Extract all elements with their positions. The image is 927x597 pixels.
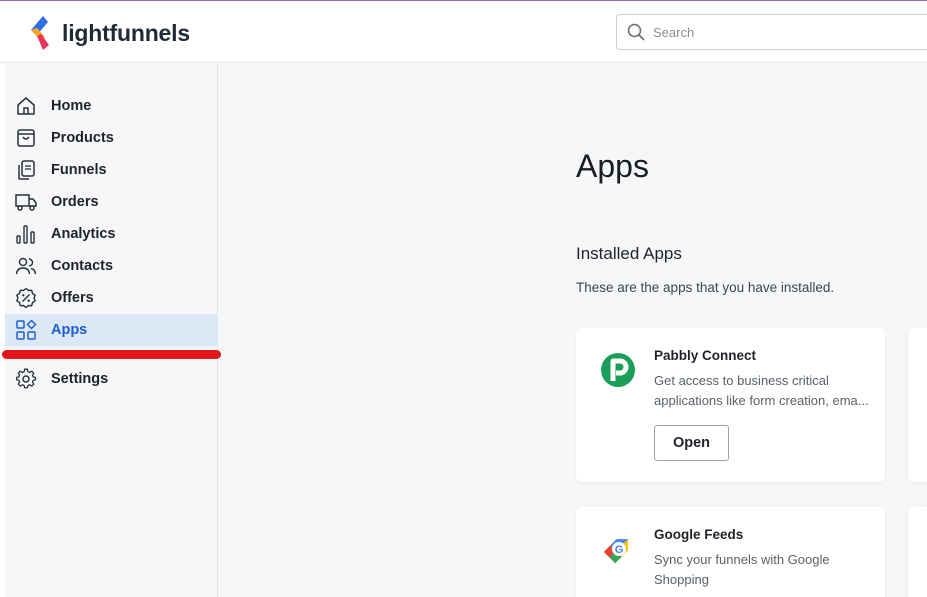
truck-icon xyxy=(15,191,37,213)
svg-text:G: G xyxy=(615,544,624,556)
sidebar-item-label: Offers xyxy=(51,290,94,306)
funnel-pages-icon xyxy=(15,159,37,181)
brand-name: lightfunnels xyxy=(62,19,190,46)
search-icon xyxy=(627,23,645,41)
sidebar-item-label: Orders xyxy=(51,194,99,210)
sidebar-item-apps[interactable]: Apps xyxy=(5,314,217,346)
main-content: Apps Installed Apps These are the apps t… xyxy=(218,64,927,597)
page-title: Apps xyxy=(576,148,649,184)
annotation-underline xyxy=(2,350,221,359)
open-button[interactable]: Open xyxy=(654,425,729,461)
home-icon xyxy=(15,95,37,117)
sidebar: Home Products Funnels Orders Analytics C… xyxy=(5,64,218,597)
gear-icon xyxy=(15,368,37,390)
brand-logo[interactable]: lightfunnels xyxy=(28,13,190,53)
sidebar-item-label: Home xyxy=(51,98,92,114)
lightfunnels-logo-icon xyxy=(31,16,49,50)
shopping-bag-icon xyxy=(15,127,37,149)
users-icon xyxy=(15,255,37,277)
sidebar-item-funnels[interactable]: Funnels xyxy=(5,154,217,186)
sidebar-item-label: Analytics xyxy=(51,226,116,242)
search-box[interactable] xyxy=(616,14,927,50)
app-description: Sync your funnels with Google Shopping xyxy=(654,552,830,587)
section-subtitle: These are the apps that you have install… xyxy=(576,280,835,295)
app-name: Google Feeds xyxy=(654,527,744,542)
sidebar-item-label: Funnels xyxy=(51,162,107,178)
sidebar-item-label: Contacts xyxy=(51,258,114,274)
app-card-pabbly-connect[interactable]: Pabbly Connect Get access to business cr… xyxy=(576,328,885,482)
section-title: Installed Apps xyxy=(576,244,682,263)
sidebar-item-analytics[interactable]: Analytics xyxy=(5,218,217,250)
google-tag-icon: G xyxy=(603,539,628,564)
top-header: lightfunnels xyxy=(0,1,927,63)
app-card-google-feeds[interactable]: G Google Feeds Sync your funnels with Go… xyxy=(576,507,885,597)
discount-badge-icon xyxy=(15,287,37,309)
sidebar-item-settings[interactable]: Settings xyxy=(5,363,217,395)
bar-chart-icon xyxy=(15,223,37,245)
sidebar-item-products[interactable]: Products xyxy=(5,122,217,154)
apps-grid-icon xyxy=(15,319,37,341)
sidebar-item-offers[interactable]: Offers xyxy=(5,282,217,314)
search-input[interactable] xyxy=(653,24,893,40)
sidebar-item-contacts[interactable]: Contacts xyxy=(5,250,217,282)
sidebar-item-home[interactable]: Home xyxy=(5,90,217,122)
app-description: Get access to business critical applicat… xyxy=(654,373,869,408)
sidebar-item-label: Settings xyxy=(51,371,109,387)
app-card-partial[interactable] xyxy=(908,328,927,482)
sidebar-item-label: Products xyxy=(51,130,114,146)
app-name: Pabbly Connect xyxy=(654,348,757,363)
sidebar-item-orders[interactable]: Orders xyxy=(5,186,217,218)
pabbly-logo-icon xyxy=(601,353,635,387)
sidebar-item-label: Apps xyxy=(51,322,88,338)
app-card-partial[interactable] xyxy=(908,507,927,597)
